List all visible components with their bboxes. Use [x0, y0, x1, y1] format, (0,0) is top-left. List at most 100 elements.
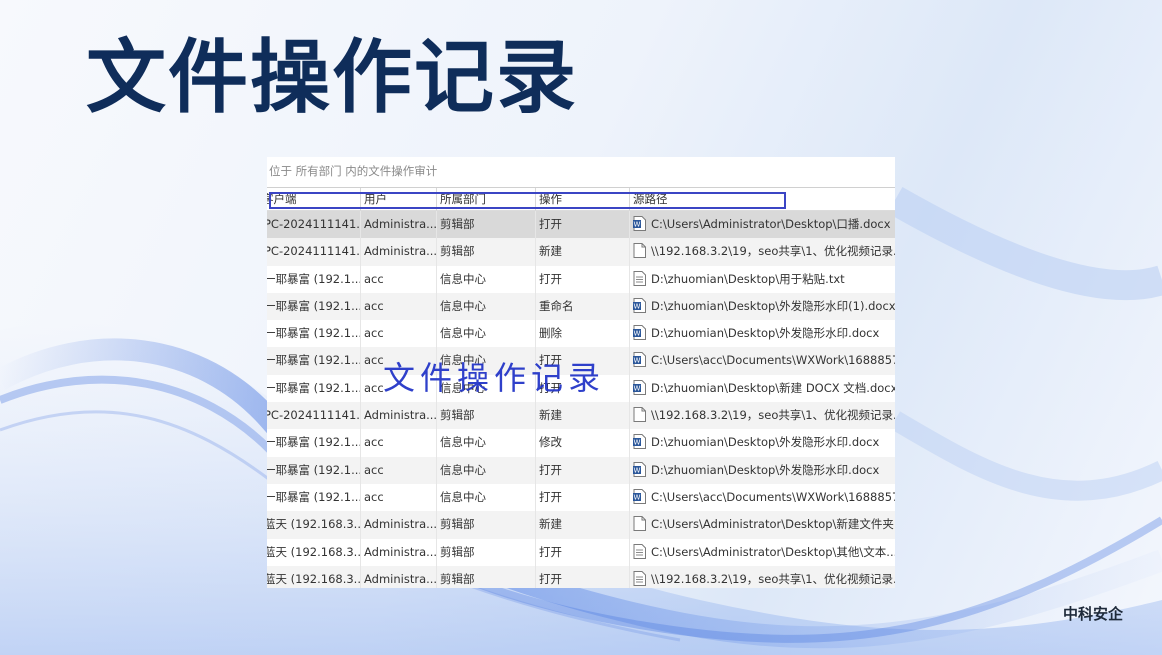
cell-source-path: W C:\Users\acc\Documents\WXWork\1688857..…	[630, 484, 895, 511]
cell-department: 剪辑部	[437, 402, 536, 430]
cell-operation: 打开	[536, 483, 630, 512]
cell-department: 信息中心	[437, 292, 536, 321]
table-row[interactable]: 蓝天 (192.168.3... Administra... 剪辑部 新建 C:\Use…	[267, 511, 895, 539]
cell-source-path: \\192.168.3.2\19，seo共享\1、优化视频记录...	[630, 566, 895, 588]
cell-department: 剪辑部	[437, 565, 536, 588]
cell-user: acc	[361, 292, 437, 321]
cell-client: 一耶暴富 (192.1...	[267, 347, 361, 375]
cell-department: 剪辑部	[437, 511, 536, 539]
cell-source-path: W D:\zhuomian\Desktop\外发隐形水印.docx	[630, 320, 895, 347]
table-row[interactable]: 一耶暴富 (192.1... acc 信息中心 打开 W D:\zhuomian\Desk…	[267, 374, 895, 403]
cell-operation: 打开	[536, 538, 630, 566]
cell-client: PC-2024111141...	[267, 211, 361, 239]
cell-client: PC-2024111141...	[267, 402, 361, 430]
cell-operation: 重命名	[536, 292, 630, 321]
slide-title: 文件操作记录	[86, 31, 578, 124]
cell-client: PC-2024111141...	[267, 238, 361, 266]
cell-user: Administra...	[361, 211, 437, 239]
table-row[interactable]: 一耶暴富 (192.1... acc 信息中心 修改 W D:\zhuomian\Desk…	[267, 429, 895, 457]
cell-client: 蓝天 (192.168.3...	[267, 565, 361, 588]
text-file-icon	[633, 542, 646, 559]
source-path-text: D:\zhuomian\Desktop\用于粘贴.txt	[651, 271, 845, 286]
table-row[interactable]: PC-2024111141... Administra... 剪辑部 新建 \\192.…	[267, 402, 895, 430]
cell-operation: 修改	[536, 429, 630, 457]
cell-client: 蓝天 (192.168.3...	[267, 538, 361, 566]
cell-operation: 新建	[536, 402, 630, 430]
breadcrumb: 位于 所有部门 内的文件操作审计	[267, 157, 895, 188]
cell-user: acc	[361, 347, 437, 375]
blank-file-icon	[633, 405, 646, 423]
cell-user: Administra...	[361, 402, 437, 430]
cell-client: 一耶暴富 (192.1...	[267, 265, 361, 293]
cell-operation: 新建	[536, 238, 630, 266]
source-path-text: \\192.168.3.2\19，seo共享\1、优化视频记录...	[651, 244, 895, 259]
table-row[interactable]: 蓝天 (192.168.3... Administra... 剪辑部 打开 C:\Use…	[267, 538, 895, 566]
cell-department: 剪辑部	[437, 238, 536, 266]
table-row[interactable]: PC-2024111141... Administra... 剪辑部 打开 W C:\Us…	[267, 211, 895, 239]
cell-user: Administra...	[361, 238, 437, 266]
source-path-text: C:\Users\acc\Documents\WXWork\1688857...	[651, 489, 895, 504]
word-doc-icon: W	[633, 487, 646, 504]
cell-user: acc	[361, 320, 437, 348]
cell-department: 信息中心	[437, 429, 536, 457]
cell-operation: 打开	[536, 565, 630, 588]
table-row[interactable]: 蓝天 (192.168.3... Administra... 剪辑部 打开 \\192.…	[267, 565, 895, 588]
cell-department: 信息中心	[437, 347, 536, 375]
cell-source-path: D:\zhuomian\Desktop\用于粘贴.txt	[630, 266, 895, 293]
word-doc-icon: W	[633, 214, 646, 231]
svg-text:W: W	[634, 384, 641, 392]
source-path-text: D:\zhuomian\Desktop\外发隐形水印.docx	[651, 462, 880, 477]
svg-text:W: W	[634, 439, 641, 447]
brand-label: 中科安企	[1063, 605, 1124, 623]
cell-source-path: \\192.168.3.2\19，seo共享\1、优化视频记录...	[630, 402, 895, 429]
table-row[interactable]: 一耶暴富 (192.1... acc 信息中心 重命名 W D:\zhuomian\Des…	[267, 292, 895, 321]
text-file-icon	[633, 269, 646, 286]
cell-user: acc	[361, 429, 437, 457]
cell-source-path: W D:\zhuomian\Desktop\外发隐形水印.docx	[630, 429, 895, 456]
svg-text:W: W	[634, 466, 641, 474]
cell-source-path: W D:\zhuomian\Desktop\外发隐形水印(1).docx	[630, 293, 895, 320]
word-doc-icon: W	[633, 460, 646, 477]
word-doc-icon: W	[633, 432, 646, 450]
source-path-text: C:\Users\Administrator\Desktop\口播.docx	[651, 217, 891, 231]
cell-operation: 打开	[536, 211, 630, 239]
cell-client: 蓝天 (192.168.3...	[267, 511, 361, 539]
table-row[interactable]: 一耶暴富 (192.1... acc 信息中心 删除 W D:\zhuomian\Desk…	[267, 320, 895, 348]
source-path-text: D:\zhuomian\Desktop\外发隐形水印(1).docx	[651, 298, 895, 313]
cell-user: acc	[361, 374, 437, 403]
source-path-text: D:\zhuomian\Desktop\新建 DOCX 文档.docx	[651, 380, 895, 395]
text-file-icon	[633, 569, 646, 586]
source-path-text: C:\Users\Administrator\Desktop\新建文件夹	[651, 517, 894, 532]
cell-source-path: W C:\Users\Administrator\Desktop\口播.docx	[630, 211, 895, 238]
cell-user: acc	[361, 483, 437, 512]
cell-department: 剪辑部	[437, 538, 536, 566]
table-row[interactable]: 一耶暴富 (192.1... acc 信息中心 打开 W C:\Users\acc\Doc…	[267, 347, 895, 375]
word-doc-icon: W	[633, 378, 646, 395]
cell-department: 信息中心	[437, 265, 536, 293]
table-row[interactable]: 一耶暴富 (192.1... acc 信息中心 打开 W C:\Users\acc\Doc…	[267, 483, 895, 512]
table-row[interactable]: 一耶暴富 (192.1... acc 信息中心 打开 D:\zhuomian\Deskt…	[267, 265, 895, 293]
table-row[interactable]: PC-2024111141... Administra... 剪辑部 新建 \\192.…	[267, 238, 895, 266]
svg-text:W: W	[634, 221, 641, 229]
table-row[interactable]: 一耶暴富 (192.1... acc 信息中心 打开 W D:\zhuomian\Desk…	[267, 456, 895, 484]
cell-source-path: C:\Users\Administrator\Desktop\其他\文本...	[630, 539, 895, 566]
source-path-text: D:\zhuomian\Desktop\外发隐形水印.docx	[651, 435, 880, 450]
cell-department: 信息中心	[437, 456, 536, 484]
svg-text:W: W	[634, 330, 641, 338]
blank-file-icon	[633, 241, 646, 259]
word-doc-icon: W	[633, 296, 646, 313]
cell-client: 一耶暴富 (192.1...	[267, 374, 361, 403]
word-doc-icon: W	[633, 350, 646, 368]
svg-text:W: W	[634, 357, 641, 365]
cell-source-path: W D:\zhuomian\Desktop\外发隐形水印.docx	[630, 457, 895, 484]
cell-operation: 新建	[536, 511, 630, 539]
svg-text:W: W	[634, 493, 641, 501]
source-path-text: D:\zhuomian\Desktop\外发隐形水印.docx	[651, 326, 880, 341]
cell-operation: 打开	[536, 374, 630, 403]
cell-operation: 打开	[536, 265, 630, 293]
word-doc-icon: W	[633, 323, 646, 341]
cell-user: Administra...	[361, 538, 437, 566]
source-path-text: C:\Users\acc\Documents\WXWork\1688857...	[651, 353, 895, 368]
source-path-text: C:\Users\Administrator\Desktop\其他\文本...	[651, 544, 895, 559]
cell-department: 信息中心	[437, 374, 536, 403]
